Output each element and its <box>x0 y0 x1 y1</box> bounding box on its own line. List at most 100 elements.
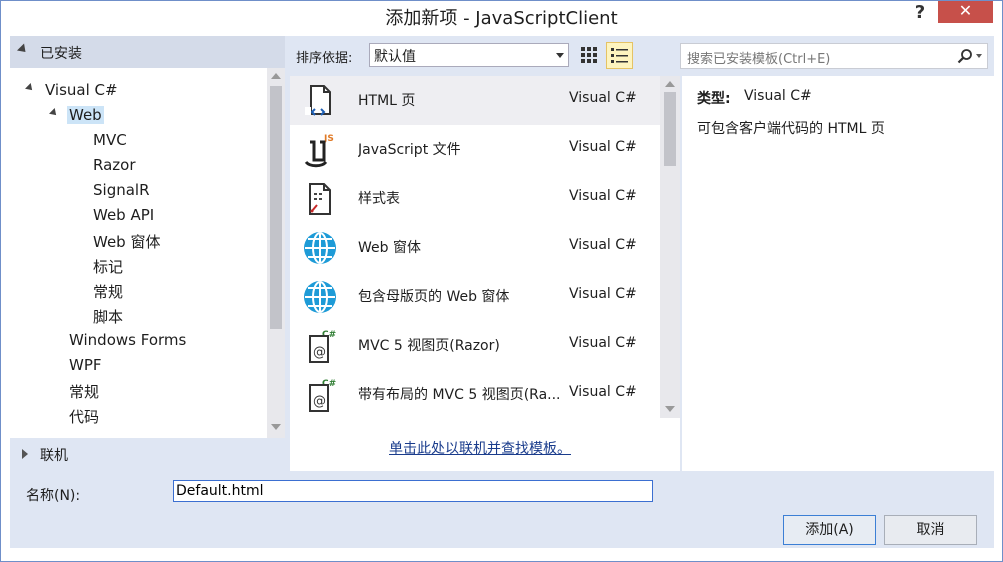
template-type: Visual C# <box>569 384 637 400</box>
category-tree: Visual C# Web MVC Razor SignalR Web API Web 窗体… <box>10 68 285 438</box>
razor-view-icon: C# @ <box>302 328 338 364</box>
installed-section-header[interactable]: 已安装 <box>10 36 285 68</box>
svg-text:@: @ <box>313 345 326 360</box>
tree-item-label: Web 窗体 <box>93 233 161 251</box>
expanded-arrow-icon[interactable] <box>49 108 59 118</box>
find-templates-online-link[interactable]: 单击此处以联机并查找模板。 <box>389 438 571 458</box>
template-description: 可包含客户端代码的 HTML 页 <box>697 121 885 137</box>
tree-item[interactable]: Web 窗体 <box>93 231 160 252</box>
list-view-button[interactable] <box>606 42 633 69</box>
template-row[interactable]: C# @ 带有布局的 MVC 5 视图页(Ra... Visual C# <box>290 370 660 419</box>
template-type: Visual C# <box>569 335 637 351</box>
tree-item[interactable]: Web API <box>93 206 154 224</box>
template-name: HTML 页 <box>358 93 416 109</box>
tree-item-label: Razor <box>93 156 136 174</box>
template-type: Visual C# <box>569 188 637 204</box>
scroll-up-arrow-icon[interactable] <box>665 81 675 87</box>
razor-view-icon: C# @ <box>302 377 338 413</box>
scroll-down-arrow-icon[interactable] <box>271 424 281 430</box>
expanded-arrow-icon[interactable] <box>25 83 35 93</box>
search-input[interactable]: 搜索已安装模板(Ctrl+E) <box>687 48 830 67</box>
template-name: JavaScript 文件 <box>358 142 461 158</box>
tree-item[interactable]: SignalR <box>93 181 150 199</box>
tree-item-label: 标记 <box>93 258 124 276</box>
tree-item[interactable]: Web <box>49 106 104 124</box>
template-type: Visual C# <box>569 286 637 302</box>
name-label: 名称(N): <box>26 488 81 504</box>
chevron-down-icon <box>556 53 564 58</box>
online-link-area: 单击此处以联机并查找模板。 <box>290 428 680 471</box>
search-box[interactable]: 搜索已安装模板(Ctrl+E) <box>680 43 988 69</box>
tree-item[interactable]: Windows Forms <box>69 331 186 349</box>
tree-item[interactable]: 标记 <box>93 256 123 277</box>
template-name: 样式表 <box>358 191 400 207</box>
template-name: 包含母版页的 Web 窗体 <box>358 289 510 305</box>
installed-label: 已安装 <box>40 46 82 62</box>
cancel-button[interactable]: 取消 <box>884 515 977 545</box>
tree-item[interactable]: 脚本 <box>93 306 123 327</box>
add-button[interactable]: 添加(A) <box>783 515 876 545</box>
template-row[interactable]: JS JavaScript 文件 Visual C# <box>290 125 660 174</box>
tree-item-label: SignalR <box>93 181 150 199</box>
template-row[interactable]: C# @ MVC 5 视图页(Razor) Visual C# <box>290 321 660 370</box>
small-icons-view-icon[interactable] <box>577 43 601 67</box>
stylesheet-icon <box>302 181 338 217</box>
tree-item-label: 代码 <box>69 408 100 426</box>
javascript-file-icon: JS <box>302 132 338 168</box>
type-value: Visual C# <box>744 88 812 104</box>
search-options-arrow-icon[interactable] <box>976 54 982 58</box>
globe-icon <box>302 230 338 266</box>
help-button[interactable]: ? <box>910 2 930 28</box>
sort-label: 排序依据: <box>296 51 353 66</box>
tree-item-label: Visual C# <box>45 81 118 99</box>
template-row[interactable]: 样式表 Visual C# <box>290 174 660 223</box>
template-row[interactable]: Web 窗体 Visual C# <box>290 223 660 272</box>
tree-item[interactable]: 代码 <box>69 406 99 427</box>
template-name: MVC 5 视图页(Razor) <box>358 338 500 354</box>
add-new-item-dialog: 添加新项 - JavaScriptClient ? ✕ 已安装 Visual C… <box>0 0 1003 562</box>
html-page-icon <box>302 83 338 119</box>
globe-icon <box>302 279 338 315</box>
tree-item-label: Windows Forms <box>69 331 187 349</box>
template-row[interactable]: 包含母版页的 Web 窗体 Visual C# <box>290 272 660 321</box>
close-button[interactable]: ✕ <box>938 1 993 23</box>
name-input[interactable] <box>173 480 653 502</box>
online-label: 联机 <box>40 448 68 464</box>
svg-text:@: @ <box>313 394 326 409</box>
window-title: 添加新项 - JavaScriptClient <box>385 8 618 29</box>
tree-item[interactable]: 常规 <box>69 381 99 402</box>
search-icon[interactable] <box>957 48 973 64</box>
template-type: Visual C# <box>569 90 637 106</box>
template-list-scrollbar[interactable] <box>660 76 680 418</box>
tree-item-label: 脚本 <box>93 308 124 326</box>
tree-item[interactable]: Razor <box>93 156 136 174</box>
tree-item-label: Web API <box>93 206 155 224</box>
template-name: Web 窗体 <box>358 240 421 256</box>
tree-scrollbar[interactable] <box>267 68 285 438</box>
collapse-arrow-icon <box>16 43 30 56</box>
template-type: Visual C# <box>569 139 637 155</box>
tree-item[interactable]: Visual C# <box>25 81 118 99</box>
dialog-body: 已安装 Visual C# Web MVC Razor SignalR Web API We… <box>10 36 994 548</box>
online-section-header[interactable]: 联机 <box>10 440 285 468</box>
template-type: Visual C# <box>569 237 637 253</box>
tree-item-label: MVC <box>93 131 127 149</box>
template-scroll-thumb[interactable] <box>664 92 676 166</box>
template-row[interactable]: HTML 页 Visual C# <box>290 76 660 125</box>
tree-scroll-thumb[interactable] <box>270 86 282 329</box>
tree-item-label: 常规 <box>93 283 124 301</box>
sort-dropdown[interactable]: 默认值 <box>369 43 569 67</box>
details-panel: 类型: Visual C# 可包含客户端代码的 HTML 页 <box>682 76 994 471</box>
expand-arrow-icon <box>22 449 28 459</box>
scroll-down-arrow-icon[interactable] <box>665 406 675 412</box>
template-list: HTML 页 Visual C# JS JavaScript 文件 Visual C# 样… <box>290 76 680 428</box>
template-name: 带有布局的 MVC 5 视图页(Ra... <box>358 387 561 403</box>
list-view-icon <box>611 48 628 63</box>
tree-item[interactable]: WPF <box>69 356 102 374</box>
sort-value: 默认值 <box>374 49 416 65</box>
tree-item[interactable]: 常规 <box>93 281 123 302</box>
tree-item[interactable]: MVC <box>93 131 127 149</box>
scroll-up-arrow-icon[interactable] <box>271 73 281 79</box>
tree-item-label: 常规 <box>69 383 100 401</box>
tree-item-label: WPF <box>69 356 102 374</box>
